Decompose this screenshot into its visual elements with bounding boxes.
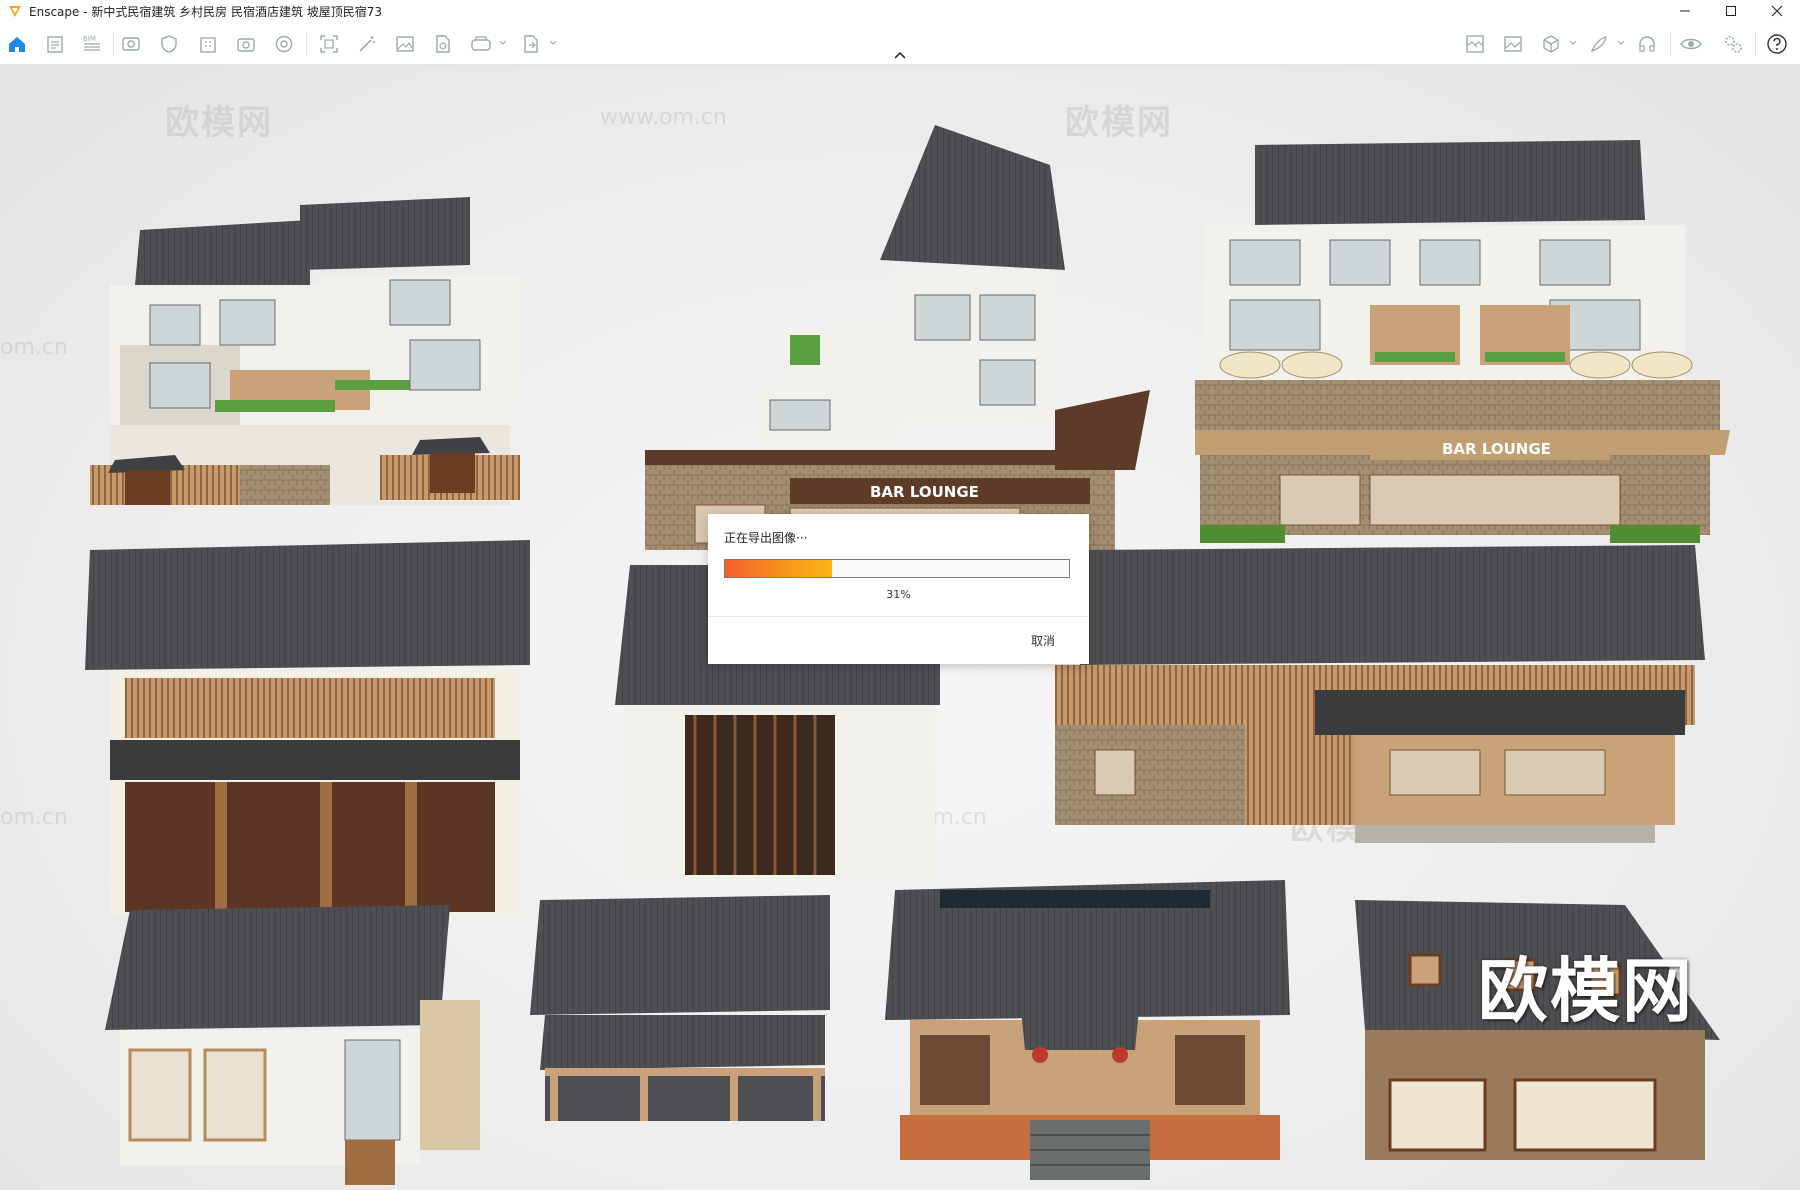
- dialog-title: 正在导出图像···: [724, 531, 808, 545]
- settings-wheel-button[interactable]: [273, 33, 295, 55]
- collapse-toolbar-chevron-icon[interactable]: [893, 51, 907, 60]
- view-eye-icon: [122, 37, 140, 51]
- close-icon: [1771, 5, 1783, 17]
- toolbar-separator: [113, 32, 114, 56]
- bim-button[interactable]: BIM: [81, 33, 103, 55]
- bim-label: BIM: [83, 35, 96, 43]
- asset-library-button[interactable]: [1464, 33, 1486, 55]
- progress-fill: [725, 560, 832, 577]
- visibility-icon: [1680, 38, 1702, 50]
- building-porch-house: [885, 880, 1290, 1180]
- building-pavilion: [530, 895, 830, 1121]
- help-icon: [1767, 34, 1787, 54]
- chevron-down-icon[interactable]: [1616, 38, 1626, 48]
- building-stone-longhouse: [1055, 545, 1705, 843]
- export-doc-button[interactable]: [520, 33, 542, 55]
- toolbar-separator: [1670, 32, 1671, 56]
- building-button[interactable]: [197, 33, 219, 55]
- building-villa-modern: [90, 197, 520, 505]
- visibility-button[interactable]: [1680, 33, 1702, 55]
- asset-library-icon: [1466, 35, 1484, 53]
- watermark-url: om.cn: [0, 335, 68, 360]
- building-bar-lounge-small: BAR LOUNGE: [645, 125, 1150, 550]
- building-icon: [200, 37, 216, 53]
- building-bar-lounge-large: BAR LOUNGE: [1195, 140, 1730, 543]
- export-progress-dialog: 正在导出图像··· 31% 取消: [708, 514, 1089, 664]
- home-icon: [9, 37, 25, 52]
- magic-wand-button[interactable]: [356, 33, 378, 55]
- bar-lounge-sign: BAR LOUNGE: [1442, 440, 1551, 458]
- vr-headset-icon: [471, 36, 491, 51]
- headset-button[interactable]: [1636, 33, 1658, 55]
- toolbar-separator: [306, 32, 307, 56]
- image-icon: [396, 36, 414, 52]
- shield-button[interactable]: [158, 33, 180, 55]
- dialog-divider: [708, 616, 1089, 617]
- screenshot-icon: [320, 35, 338, 53]
- camera-icon: [237, 38, 255, 52]
- file-export-button[interactable]: [432, 33, 454, 55]
- image-button[interactable]: [394, 33, 416, 55]
- settings-wheel-icon: [275, 35, 293, 53]
- document-icon: [47, 36, 63, 53]
- shield-icon: [161, 35, 177, 53]
- maximize-button[interactable]: [1708, 0, 1754, 22]
- title-bar: Enscape - 新中式民宿建筑 乡村民房 民宿酒店建筑 坡屋顶民宿73: [0, 0, 1800, 22]
- gallery-button[interactable]: [1502, 33, 1524, 55]
- building-small-house: [105, 905, 480, 1185]
- cube-icon: [1543, 35, 1559, 53]
- gallery-icon: [1504, 36, 1522, 52]
- camera-button[interactable]: [235, 33, 257, 55]
- cancel-button[interactable]: 取消: [1031, 632, 1055, 649]
- maximize-icon: [1726, 6, 1736, 16]
- feather-icon: [1590, 36, 1607, 53]
- progress-percentage: 31%: [886, 588, 911, 601]
- export-doc-icon: [524, 35, 538, 53]
- file-export-icon: [436, 35, 450, 53]
- brand-watermark: 欧模网: [1478, 950, 1694, 1032]
- watermark-url: om.cn: [0, 805, 68, 830]
- feather-button[interactable]: [1588, 33, 1610, 55]
- help-button[interactable]: [1766, 33, 1788, 55]
- gears-button[interactable]: [1722, 33, 1744, 55]
- toolbar-separator: [1755, 32, 1756, 56]
- close-button[interactable]: [1754, 0, 1800, 22]
- vr-headset-button[interactable]: [470, 33, 492, 55]
- bim-icon: BIM: [83, 35, 100, 51]
- magic-wand-icon: [359, 36, 375, 52]
- chevron-down-icon[interactable]: [1568, 38, 1578, 48]
- chevron-down-icon[interactable]: [498, 38, 508, 48]
- enscape-logo-icon: [9, 6, 21, 17]
- screenshot-button[interactable]: [318, 33, 340, 55]
- cube-button[interactable]: [1540, 33, 1562, 55]
- minimize-icon: [1680, 10, 1690, 12]
- building-shophouse: [85, 540, 530, 915]
- bar-lounge-sign: BAR LOUNGE: [870, 483, 979, 501]
- export-progress-bar: [724, 559, 1070, 578]
- window-title: Enscape - 新中式民宿建筑 乡村民房 民宿酒店建筑 坡屋顶民宿73: [29, 4, 383, 19]
- headset-icon: [1639, 36, 1655, 52]
- minimize-button[interactable]: [1662, 0, 1708, 22]
- view-button[interactable]: [120, 33, 142, 55]
- home-button[interactable]: [6, 33, 28, 55]
- gears-icon: [1725, 36, 1742, 53]
- chevron-down-icon[interactable]: [548, 38, 558, 48]
- document-button[interactable]: [44, 33, 66, 55]
